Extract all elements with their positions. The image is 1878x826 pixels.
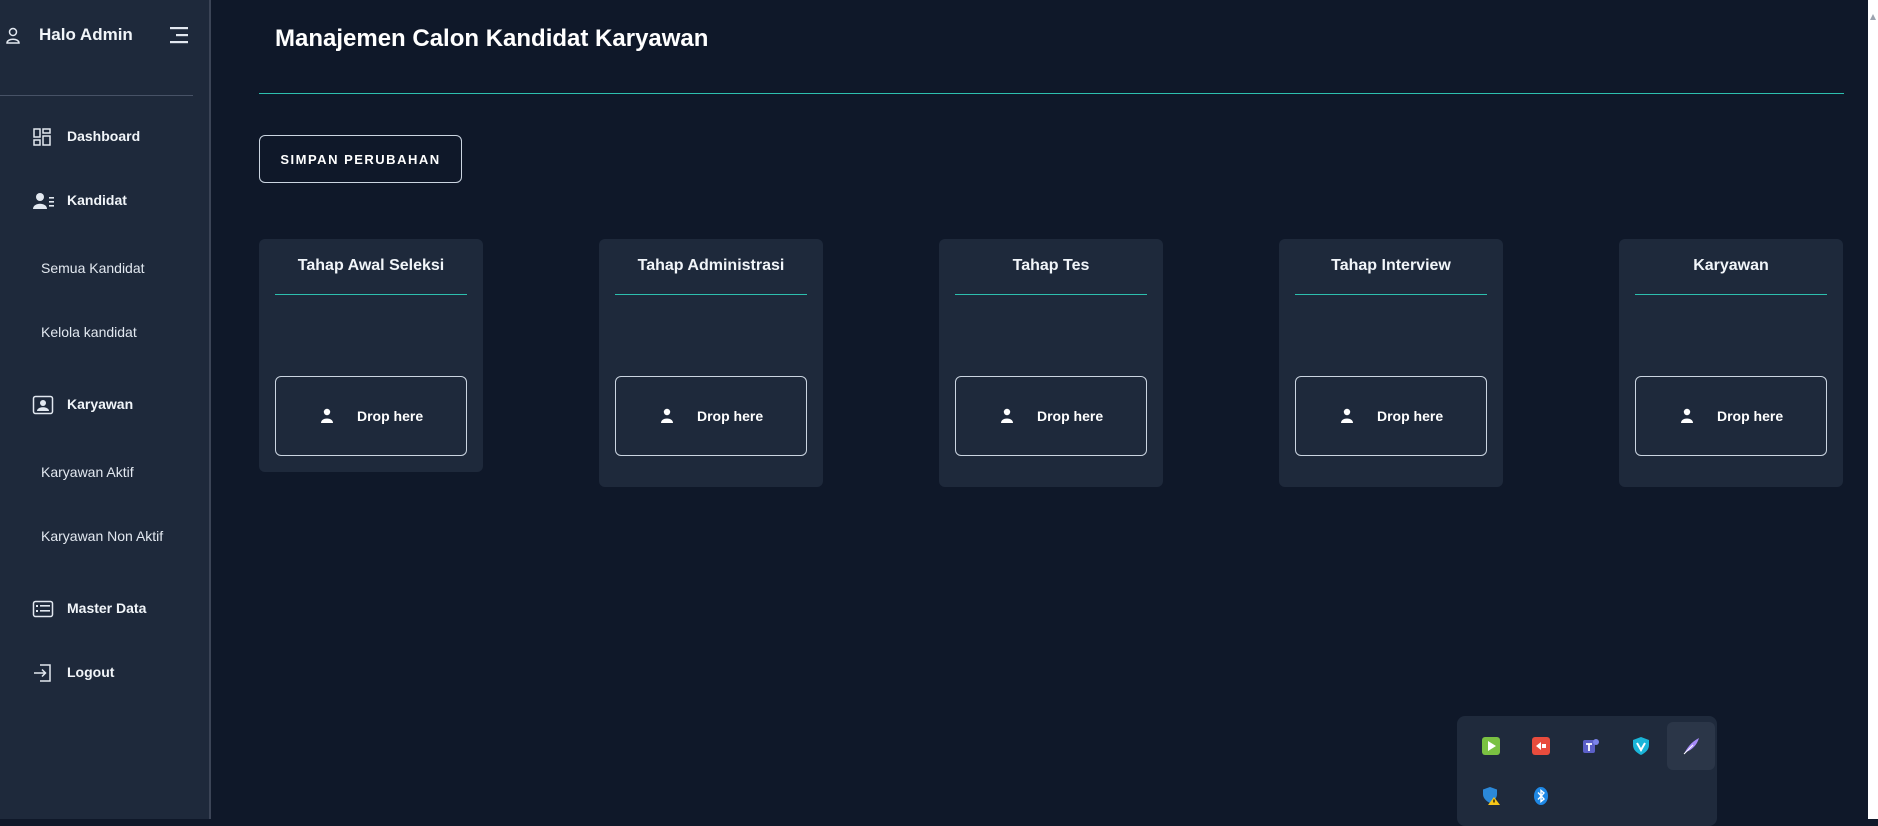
sidebar-subitem-label: Karyawan Non Aktif <box>41 528 164 544</box>
sidebar-item-label: Karyawan <box>67 396 134 412</box>
drop-zone[interactable]: Drop here <box>1635 376 1827 456</box>
sidebar-item-label: Master Data <box>67 600 147 616</box>
stage-divider <box>1635 294 1827 295</box>
stage-divider <box>275 294 467 295</box>
drop-zone-label: Drop here <box>1377 408 1444 424</box>
sidebar-subitem-label: Karyawan Aktif <box>41 464 134 480</box>
drop-zone-label: Drop here <box>1717 408 1784 424</box>
media-player-icon[interactable] <box>1467 722 1515 770</box>
database-icon <box>32 599 54 619</box>
drop-zone[interactable]: Drop here <box>955 376 1147 456</box>
drop-zone[interactable]: Drop here <box>275 376 467 456</box>
stage-divider <box>615 294 807 295</box>
save-changes-button[interactable]: SIMPAN PERUBAHAN <box>259 135 462 183</box>
remote-desktop-icon[interactable] <box>1517 722 1565 770</box>
title-divider <box>259 93 1844 94</box>
user-icon <box>5 27 21 45</box>
sidebar-item-logout[interactable]: Logout <box>0 653 209 693</box>
sidebar-item-karyawan-non-aktif[interactable]: Karyawan Non Aktif <box>0 519 209 555</box>
sidebar: Halo Admin Dashboard Kandidat Semua Kand… <box>0 0 211 819</box>
sidebar-item-dashboard[interactable]: Dashboard <box>0 117 209 157</box>
candidate-list-icon <box>32 191 54 211</box>
drop-zone-label: Drop here <box>1037 408 1104 424</box>
sidebar-item-label: Dashboard <box>67 128 141 144</box>
sidebar-divider <box>0 95 193 96</box>
scroll-up-arrow-icon[interactable] <box>1870 8 1876 20</box>
stage-column-awal-seleksi: Tahap Awal Seleksi Drop here <box>259 239 483 472</box>
sidebar-item-semua-kandidat[interactable]: Semua Kandidat <box>0 251 209 287</box>
stage-title: Tahap Awal Seleksi <box>297 257 445 274</box>
stage-title: Tahap Interview <box>1331 257 1451 274</box>
stage-column-administrasi: Tahap Administrasi Drop here <box>599 239 823 487</box>
person-icon <box>1340 408 1354 424</box>
sidebar-item-label: Kandidat <box>67 192 127 208</box>
sidebar-item-master-data[interactable]: Master Data <box>0 589 209 629</box>
scrollbar-track[interactable] <box>1868 0 1878 819</box>
person-icon <box>320 408 334 424</box>
employee-badge-icon <box>32 395 54 415</box>
drop-zone[interactable]: Drop here <box>615 376 807 456</box>
sidebar-item-label: Logout <box>67 664 115 680</box>
sidebar-item-karyawan[interactable]: Karyawan <box>0 385 209 425</box>
stage-column-tes: Tahap Tes Drop here <box>939 239 1163 487</box>
feather-icon[interactable] <box>1667 722 1715 770</box>
sidebar-header: Halo Admin <box>0 0 209 70</box>
sidebar-item-karyawan-aktif[interactable]: Karyawan Aktif <box>0 455 209 491</box>
stage-title: Tahap Tes <box>1012 257 1090 274</box>
sidebar-subitem-label: Kelola kandidat <box>41 324 137 340</box>
stage-title: Karyawan <box>1693 257 1769 274</box>
bluetooth-icon[interactable] <box>1517 772 1565 820</box>
sidebar-item-kandidat[interactable]: Kandidat <box>0 181 209 221</box>
drop-zone-label: Drop here <box>697 408 764 424</box>
stage-title: Tahap Administrasi <box>637 257 785 274</box>
sidebar-item-kelola-kandidat[interactable]: Kelola kandidat <box>0 315 209 351</box>
drop-zone[interactable]: Drop here <box>1295 376 1487 456</box>
sidebar-title: Halo Admin <box>39 25 133 44</box>
logout-icon <box>32 663 54 683</box>
stage-divider <box>1295 294 1487 295</box>
teams-icon[interactable] <box>1567 722 1615 770</box>
dashboard-icon <box>32 127 54 147</box>
system-tray-popup <box>1457 716 1717 826</box>
sidebar-subitem-label: Semua Kandidat <box>41 260 145 276</box>
person-icon <box>1000 408 1014 424</box>
person-icon <box>660 408 674 424</box>
stage-column-karyawan: Karyawan Drop here <box>1619 239 1843 487</box>
stage-divider <box>955 294 1147 295</box>
page-title: Manajemen Calon Kandidat Karyawan <box>275 25 709 52</box>
security-warning-icon[interactable] <box>1467 772 1515 820</box>
stage-column-interview: Tahap Interview Drop here <box>1279 239 1503 487</box>
person-icon <box>1680 408 1694 424</box>
vpn-shield-icon[interactable] <box>1617 722 1665 770</box>
drop-zone-label: Drop here <box>357 408 424 424</box>
menu-toggle-icon[interactable] <box>168 25 192 45</box>
